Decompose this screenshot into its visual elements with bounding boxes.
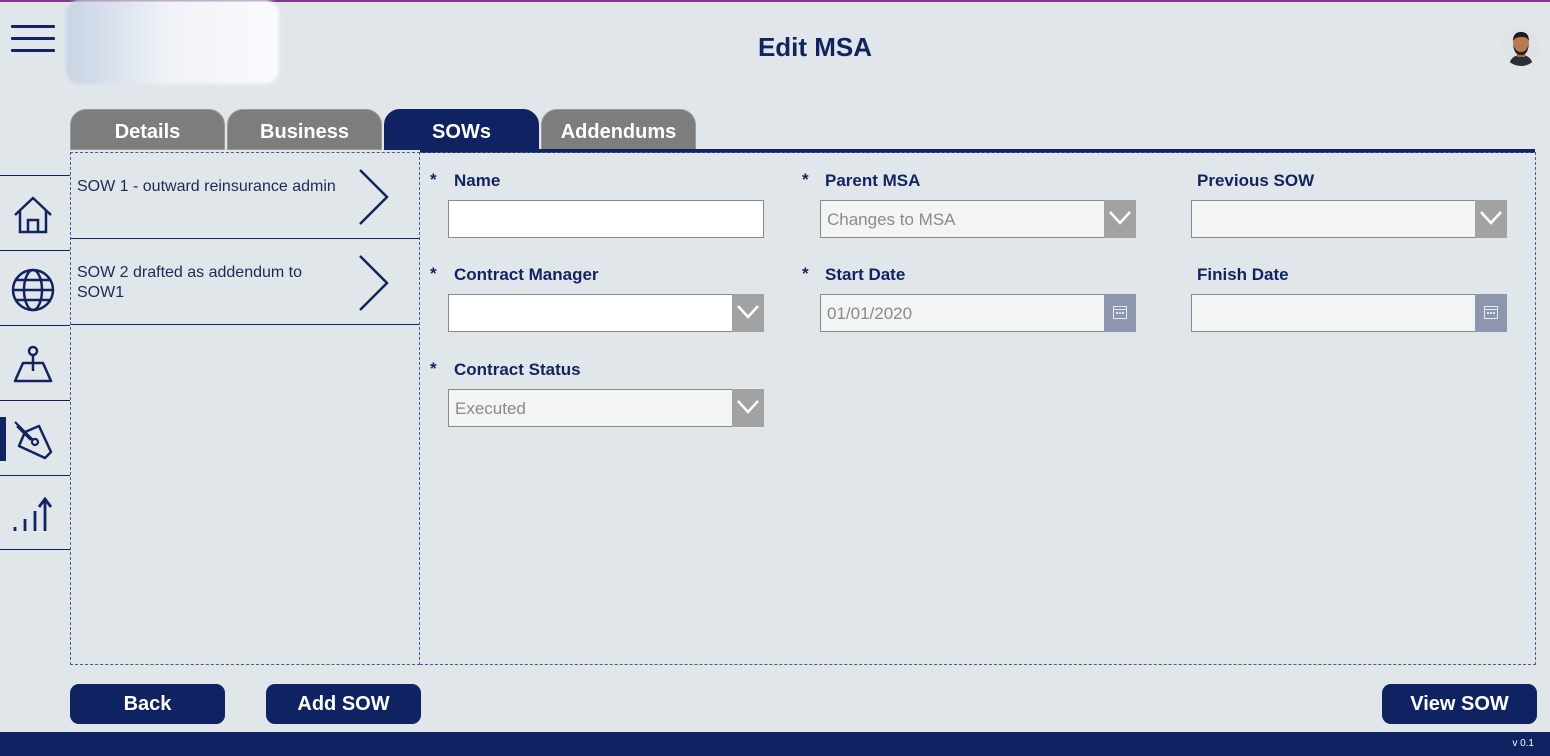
contract-manager-label: Contract Manager bbox=[454, 265, 599, 284]
calendar-button[interactable] bbox=[1104, 294, 1136, 332]
name-label: Name bbox=[454, 171, 501, 190]
chevron-down-icon bbox=[737, 400, 759, 414]
page-title: Edit MSA bbox=[757, 32, 873, 62]
redacted-value bbox=[455, 302, 719, 324]
nav-item-home[interactable] bbox=[0, 175, 70, 250]
dropdown-button[interactable] bbox=[732, 389, 764, 427]
contract-status-label: Contract Status bbox=[454, 360, 581, 379]
parent-msa-label: Parent MSA bbox=[825, 171, 921, 190]
parent-msa-dropdown[interactable]: Changes to MSA bbox=[820, 200, 1136, 238]
contract-manager-dropdown[interactable] bbox=[448, 294, 764, 332]
pen-nib-icon bbox=[14, 421, 53, 460]
nav-item-contracts[interactable] bbox=[0, 400, 70, 475]
sow-list-item[interactable]: SOW 2 drafted as addendum to SOW1 bbox=[71, 239, 419, 325]
side-navigation bbox=[0, 175, 70, 550]
sow-list-panel: SOW 1 - outward reinsurance admin SOW 2 … bbox=[70, 152, 420, 665]
chevron-right-icon[interactable] bbox=[357, 167, 391, 227]
required-marker: * bbox=[430, 170, 437, 189]
map-pin-icon bbox=[13, 345, 53, 383]
nav-item-map[interactable] bbox=[0, 325, 70, 400]
chevron-right-icon[interactable] bbox=[357, 253, 391, 313]
add-sow-button[interactable]: Add SOW bbox=[266, 684, 421, 724]
user-avatar[interactable] bbox=[1502, 28, 1540, 66]
tab-sows[interactable]: SOWs bbox=[384, 109, 539, 150]
contract-status-dropdown[interactable]: Executed bbox=[448, 389, 764, 427]
tab-business[interactable]: Business bbox=[227, 109, 382, 150]
tab-addendums[interactable]: Addendums bbox=[541, 109, 696, 150]
required-marker: * bbox=[802, 264, 809, 283]
footer-bar: v 0.1 bbox=[0, 732, 1550, 756]
back-button[interactable]: Back bbox=[70, 684, 225, 724]
previous-sow-label: Previous SOW bbox=[1197, 171, 1315, 190]
name-input[interactable] bbox=[448, 200, 764, 238]
dropdown-button[interactable] bbox=[1475, 200, 1507, 238]
redacted-value bbox=[455, 208, 751, 230]
chevron-down-icon bbox=[737, 305, 759, 319]
calendar-button[interactable] bbox=[1475, 294, 1507, 332]
calendar-icon bbox=[1484, 306, 1498, 319]
chevron-down-icon bbox=[1109, 211, 1131, 225]
start-date-value: 01/01/2020 bbox=[827, 304, 913, 323]
dropdown-button[interactable] bbox=[1104, 200, 1136, 238]
sow-list-item[interactable]: SOW 1 - outward reinsurance admin bbox=[71, 153, 419, 239]
chevron-down-icon bbox=[1480, 211, 1502, 225]
nav-item-analytics[interactable] bbox=[0, 475, 70, 550]
active-nav-marker bbox=[0, 417, 6, 461]
previous-sow-dropdown[interactable] bbox=[1191, 200, 1507, 238]
sow-list-item-label: SOW 1 - outward reinsurance admin bbox=[77, 178, 336, 195]
chart-trend-icon bbox=[13, 496, 53, 531]
finish-date-label: Finish Date bbox=[1197, 265, 1289, 284]
required-marker: * bbox=[802, 170, 809, 189]
home-icon bbox=[14, 196, 52, 234]
sow-list-item-label: SOW 2 drafted as addendum to SOW1 bbox=[77, 264, 303, 301]
version-label: v 0.1 bbox=[1512, 738, 1534, 749]
calendar-icon bbox=[1113, 306, 1127, 319]
tab-details[interactable]: Details bbox=[70, 109, 225, 150]
sow-form-panel: * Name * Parent MSA Changes to MSA Previ… bbox=[420, 152, 1536, 665]
view-sow-button[interactable]: View SOW bbox=[1382, 684, 1537, 724]
required-marker: * bbox=[430, 264, 437, 283]
finish-date-picker[interactable] bbox=[1191, 294, 1507, 332]
nav-item-globe[interactable] bbox=[0, 250, 70, 325]
dropdown-button[interactable] bbox=[732, 294, 764, 332]
contract-status-value: Executed bbox=[455, 399, 526, 418]
globe-icon bbox=[11, 268, 55, 312]
start-date-label: Start Date bbox=[825, 265, 906, 284]
start-date-picker[interactable]: 01/01/2020 bbox=[820, 294, 1136, 332]
required-marker: * bbox=[430, 359, 437, 378]
parent-msa-value: Changes to MSA bbox=[827, 210, 956, 229]
